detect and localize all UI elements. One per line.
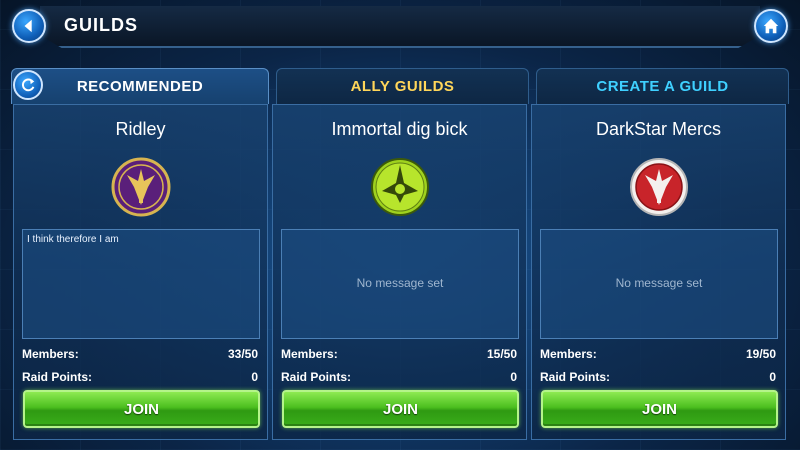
members-row: Members: 33/50 <box>22 347 258 363</box>
guild-name: DarkStar Mercs <box>595 119 721 139</box>
top-bar <box>40 6 760 48</box>
back-button[interactable] <box>12 9 46 43</box>
tab-label: ALLY GUILDS <box>350 78 455 95</box>
guild-message: I think therefore I am <box>27 234 119 245</box>
tab-ally-guilds[interactable]: ALLY GUILDS <box>276 68 529 104</box>
page-title: GUILDS <box>64 15 139 35</box>
raid-points-label: Raid Points: <box>281 370 352 384</box>
guild-card: DarkStar Mercs No message set Members: 1… <box>531 104 786 440</box>
home-icon <box>763 18 779 34</box>
join-label: JOIN <box>641 400 677 418</box>
members-row: Members: 15/50 <box>281 347 517 363</box>
raid-points-value: 0 <box>251 370 258 384</box>
join-button[interactable]: JOIN <box>282 390 519 428</box>
members-value: 33/50 <box>227 347 258 361</box>
raid-points-row: Raid Points: 0 <box>22 370 258 386</box>
guild-name: Ridley <box>115 119 166 139</box>
raid-points-row: Raid Points: 0 <box>540 370 776 386</box>
raid-points-label: Raid Points: <box>540 370 611 384</box>
tab-create-guild[interactable]: CREATE A GUILD <box>536 68 789 104</box>
members-row: Members: 19/50 <box>540 347 776 363</box>
raid-points-value: 0 <box>769 370 776 384</box>
members-value: 19/50 <box>745 347 776 361</box>
guild-card: Ridley I think therefore I am Members: 3… <box>13 104 268 440</box>
guild-card: Immortal dig bick No message set Members… <box>272 104 527 440</box>
guild-message-box: I think therefore I am <box>22 229 260 339</box>
members-label: Members: <box>540 347 597 361</box>
guild-emblem-icon <box>370 157 430 217</box>
guild-name: Immortal dig bick <box>331 119 468 139</box>
join-label: JOIN <box>123 400 159 418</box>
guild-emblem-icon <box>111 157 171 217</box>
raid-points-label: Raid Points: <box>22 370 93 384</box>
guild-emblem-icon <box>629 157 689 217</box>
members-value: 15/50 <box>486 347 517 361</box>
back-arrow-icon <box>24 19 32 33</box>
members-label: Members: <box>22 347 79 361</box>
join-button[interactable]: JOIN <box>23 390 260 428</box>
guild-message: No message set <box>615 276 703 290</box>
tab-label: CREATE A GUILD <box>596 78 729 95</box>
guild-message-box: No message set <box>281 229 519 339</box>
guild-message-box: No message set <box>540 229 778 339</box>
members-label: Members: <box>281 347 338 361</box>
refresh-button[interactable] <box>13 70 43 100</box>
join-label: JOIN <box>382 400 418 418</box>
tab-recommended[interactable]: RECOMMENDED <box>11 68 269 104</box>
tab-label: RECOMMENDED <box>76 78 204 95</box>
guild-message: No message set <box>356 276 444 290</box>
raid-points-value: 0 <box>510 370 517 384</box>
refresh-icon <box>21 78 35 92</box>
raid-points-row: Raid Points: 0 <box>281 370 517 386</box>
home-button[interactable] <box>754 9 788 43</box>
join-button[interactable]: JOIN <box>541 390 778 428</box>
